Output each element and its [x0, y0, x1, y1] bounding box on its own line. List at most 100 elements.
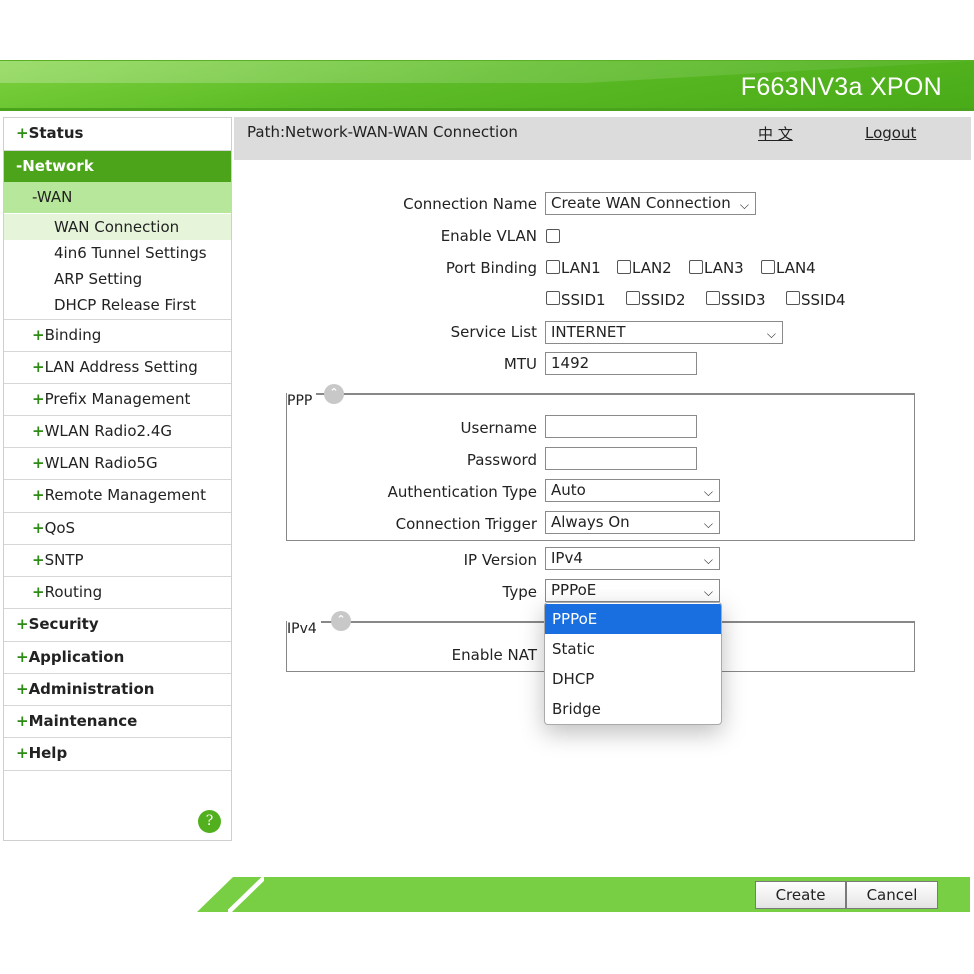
sidebar-item-label: Help — [28, 744, 68, 762]
sidebar-nav: +Status -Network -WAN WAN Connection 4in… — [3, 117, 232, 841]
expand-icon: + — [32, 326, 45, 344]
sidebar-item-label: 4in6 Tunnel Settings — [54, 244, 207, 262]
sidebar-item-binding[interactable]: +Binding — [4, 320, 231, 352]
chevron-down-icon: ⌵ — [766, 327, 776, 341]
sidebar-item-status[interactable]: +Status — [4, 118, 231, 151]
enable-vlan-label: Enable VLAN — [440, 227, 537, 245]
create-button[interactable]: Create — [755, 881, 846, 909]
sidebar-item-arp-setting[interactable]: ARP Setting — [4, 266, 231, 292]
sidebar-item-wlan-5g[interactable]: +WLAN Radio5G — [4, 448, 231, 480]
sidebar-item-label: Application — [28, 648, 125, 666]
port-lan4-checkbox[interactable] — [761, 260, 775, 274]
auth-type-select[interactable]: Auto ⌵ — [545, 479, 720, 502]
sidebar-item-label: Prefix Management — [44, 390, 191, 408]
expand-icon: + — [16, 615, 29, 633]
port-ssid3-label: SSID3 — [721, 291, 766, 309]
cancel-button[interactable]: Cancel — [846, 881, 938, 909]
expand-icon: + — [16, 712, 29, 730]
port-lan3-label: LAN3 — [704, 259, 744, 277]
sidebar-item-label: DHCP Release First — [54, 296, 197, 314]
port-ssid3-checkbox[interactable] — [706, 291, 720, 305]
port-lan2-label: LAN2 — [632, 259, 672, 277]
connection-name-select[interactable]: Create WAN Connection ⌵ — [545, 192, 756, 215]
sidebar-item-qos[interactable]: +QoS — [4, 513, 231, 545]
footer-decoration — [228, 877, 264, 912]
chevron-down-icon: ⌵ — [703, 517, 713, 531]
sidebar-item-dhcp-release[interactable]: DHCP Release First — [4, 292, 231, 320]
sidebar-item-application[interactable]: +Application — [4, 642, 231, 674]
expand-icon: + — [16, 744, 29, 762]
expand-icon: + — [32, 454, 45, 472]
expand-icon: + — [32, 551, 45, 569]
connection-trigger-value: Always On — [551, 513, 630, 531]
sidebar-item-wan-connection[interactable]: WAN Connection — [4, 214, 231, 240]
sidebar-item-label: WLAN Radio2.4G — [44, 422, 172, 440]
collapse-up-icon[interactable]: ⌃ — [324, 384, 344, 404]
expand-icon: + — [16, 648, 29, 666]
connection-name-value: Create WAN Connection — [551, 194, 731, 212]
mtu-input[interactable]: 1492 — [545, 352, 697, 375]
auth-type-label: Authentication Type — [387, 483, 537, 501]
port-ssid1-label: SSID1 — [561, 291, 606, 309]
sidebar-item-prefix-management[interactable]: +Prefix Management — [4, 384, 231, 416]
password-input[interactable] — [545, 447, 697, 470]
header-banner: F663NV3a XPON — [0, 60, 974, 111]
expand-icon: + — [32, 486, 45, 504]
chevron-down-icon: ⌵ — [703, 585, 713, 599]
sidebar-item-label: WLAN Radio5G — [44, 454, 158, 472]
port-ssid4-label: SSID4 — [801, 291, 846, 309]
sidebar-item-lan-address[interactable]: +LAN Address Setting — [4, 352, 231, 384]
sidebar-item-label: Routing — [44, 583, 103, 601]
sidebar-item-security[interactable]: +Security — [4, 609, 231, 642]
sidebar-item-maintenance[interactable]: +Maintenance — [4, 706, 231, 738]
collapse-up-icon[interactable]: ⌃ — [331, 611, 351, 631]
sidebar-item-help[interactable]: +Help — [4, 738, 231, 771]
sidebar-item-label: SNTP — [44, 551, 84, 569]
expand-icon: + — [32, 583, 45, 601]
connection-trigger-label: Connection Trigger — [395, 515, 537, 533]
port-lan1-checkbox[interactable] — [546, 260, 560, 274]
help-icon[interactable]: ? — [198, 810, 221, 833]
dropdown-option-pppoe[interactable]: PPPoE — [545, 604, 721, 634]
sidebar-item-administration[interactable]: +Administration — [4, 674, 231, 706]
sidebar-item-label: Binding — [44, 326, 102, 344]
sidebar-item-sntp[interactable]: +SNTP — [4, 545, 231, 577]
logout-link[interactable]: Logout — [865, 124, 916, 142]
type-dropdown-list: PPPoE Static DHCP Bridge — [544, 602, 722, 725]
service-list-label: Service List — [450, 323, 537, 341]
enable-vlan-checkbox[interactable] — [546, 229, 560, 243]
sidebar-item-network[interactable]: -Network — [4, 151, 231, 182]
dropdown-option-dhcp[interactable]: DHCP — [545, 664, 721, 694]
port-lan3-checkbox[interactable] — [689, 260, 703, 274]
dropdown-option-static[interactable]: Static — [545, 634, 721, 664]
connection-trigger-select[interactable]: Always On ⌵ — [545, 511, 720, 534]
dropdown-option-bridge[interactable]: Bridge — [545, 694, 721, 724]
language-link[interactable]: 中 文 — [758, 123, 793, 144]
service-list-select[interactable]: INTERNET ⌵ — [545, 321, 783, 344]
type-label: Type — [502, 583, 537, 601]
port-ssid1-checkbox[interactable] — [546, 291, 560, 305]
product-name: F663NV3a XPON — [740, 73, 942, 101]
connection-name-label: Connection Name — [403, 195, 537, 213]
sidebar-item-routing[interactable]: +Routing — [4, 577, 231, 609]
expand-icon: + — [32, 422, 45, 440]
sidebar-item-label: Security — [28, 615, 99, 633]
sidebar-item-4in6-tunnel[interactable]: 4in6 Tunnel Settings — [4, 240, 231, 266]
expand-icon: + — [32, 358, 45, 376]
sidebar-item-label: WAN Connection — [54, 218, 180, 236]
chevron-down-icon: ⌵ — [703, 553, 713, 567]
sidebar-item-wlan-24g[interactable]: +WLAN Radio2.4G — [4, 416, 231, 448]
port-ssid4-checkbox[interactable] — [786, 291, 800, 305]
type-select[interactable]: PPPoE ⌵ — [545, 579, 720, 602]
breadcrumb-bar: Path:Network-WAN-WAN Connection 中 文 Logo… — [234, 117, 971, 160]
sidebar-item-remote-management[interactable]: +Remote Management — [4, 480, 231, 513]
port-ssid2-checkbox[interactable] — [626, 291, 640, 305]
port-lan2-checkbox[interactable] — [617, 260, 631, 274]
ip-version-select[interactable]: IPv4 ⌵ — [545, 547, 720, 570]
port-ssid2-label: SSID2 — [641, 291, 686, 309]
username-input[interactable] — [545, 415, 697, 438]
sidebar-item-label: LAN Address Setting — [44, 358, 198, 376]
expand-icon: + — [32, 519, 45, 537]
ip-version-label: IP Version — [463, 551, 537, 569]
sidebar-item-wan[interactable]: -WAN — [4, 182, 231, 213]
